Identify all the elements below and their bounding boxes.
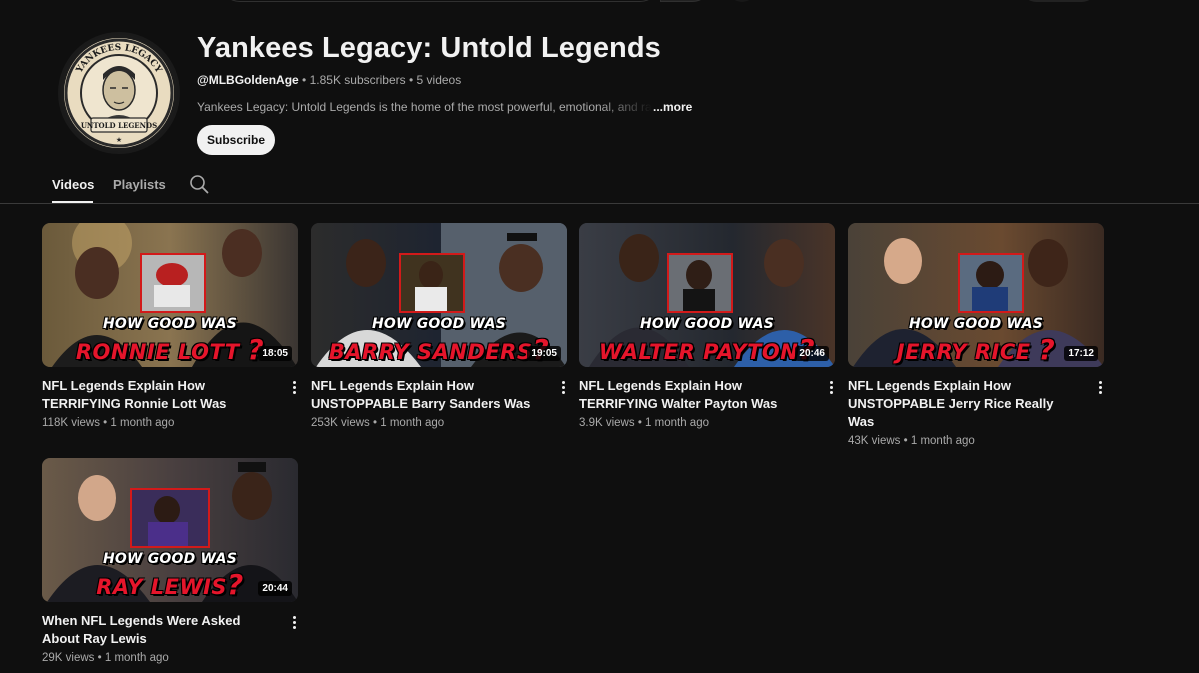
video-duration: 20:44 <box>258 581 292 596</box>
tab-videos[interactable]: Videos <box>52 177 94 192</box>
video-duration: 17:12 <box>1064 346 1098 361</box>
video-card[interactable]: HOW GOOD WAS JERRY RICE ? 17:12 NFL Lege… <box>848 223 1106 447</box>
video-card[interactable]: HOW GOOD WAS BARRY SANDERS? 19:05 NFL Le… <box>311 223 569 429</box>
more-options-icon[interactable] <box>1096 381 1104 397</box>
video-count: 5 videos <box>416 73 462 87</box>
video-meta: 43K views • 1 month ago <box>848 435 975 447</box>
search-box[interactable] <box>220 0 660 2</box>
header-right-button[interactable] <box>1022 0 1096 2</box>
video-duration: 18:05 <box>258 346 292 361</box>
channel-title: Yankees Legacy: Untold Legends <box>197 32 661 64</box>
video-duration: 20:46 <box>795 346 829 361</box>
video-duration: 19:05 <box>527 346 561 361</box>
thumbnail-caption: HOW GOOD WAS <box>103 551 237 567</box>
search-button[interactable] <box>660 0 712 2</box>
video-card[interactable]: HOW GOOD WAS RONNIE LOTT ? 18:05 NFL Leg… <box>42 223 300 429</box>
video-title[interactable]: NFL Legends Explain How TERRIFYING Ronni… <box>42 377 274 413</box>
video-thumbnail[interactable]: HOW GOOD WAS RONNIE LOTT ? 18:05 <box>42 223 298 367</box>
video-meta: 118K views • 1 month ago <box>42 417 175 429</box>
video-thumbnail[interactable]: HOW GOOD WAS WALTER PAYTON? 20:46 <box>579 223 835 367</box>
tab-playlists[interactable]: Playlists <box>113 177 166 192</box>
channel-meta: @MLBGoldenAge • 1.85K subscribers • 5 vi… <box>197 73 461 87</box>
channel-handle[interactable]: @MLBGoldenAge <box>197 73 299 87</box>
meta-separator: • <box>408 73 414 87</box>
more-options-icon[interactable] <box>827 381 835 397</box>
thumbnail-caption: HOW GOOD WAS <box>640 316 774 332</box>
more-link[interactable]: ...more <box>653 100 692 114</box>
logo-text-bottom: UNTOLD LEGENDS <box>81 121 157 130</box>
video-thumbnail[interactable]: HOW GOOD WAS JERRY RICE ? 17:12 <box>848 223 1104 367</box>
video-title[interactable]: NFL Legends Explain How TERRIFYING Walte… <box>579 377 811 413</box>
video-meta: 29K views • 1 month ago <box>42 652 169 664</box>
channel-description[interactable]: Yankees Legacy: Untold Legends is the ho… <box>197 100 652 114</box>
video-card[interactable]: HOW GOOD WAS RAY LEWIS? 20:44 When NFL L… <box>42 458 300 664</box>
video-title[interactable]: When NFL Legends Were Asked About Ray Le… <box>42 612 274 648</box>
active-tab-indicator <box>52 201 93 203</box>
meta-separator: • <box>302 73 307 87</box>
video-title[interactable]: NFL Legends Explain How UNSTOPPABLE Jerr… <box>848 377 1080 431</box>
channel-tabs: Videos Playlists <box>0 168 1199 204</box>
thumbnail-caption: HOW GOOD WAS <box>103 316 237 332</box>
video-meta: 3.9K views • 1 month ago <box>579 417 709 429</box>
more-options-icon[interactable] <box>290 616 298 632</box>
more-options-icon[interactable] <box>559 381 567 397</box>
description-fade <box>600 98 652 116</box>
channel-avatar[interactable]: YANKEES LEGACY UNTOLD LEGENDS ★ <box>58 32 180 154</box>
video-thumbnail[interactable]: HOW GOOD WAS BARRY SANDERS? 19:05 <box>311 223 567 367</box>
more-options-icon[interactable] <box>290 381 298 397</box>
thumbnail-caption: HOW GOOD WAS <box>909 316 1043 332</box>
voice-search-button[interactable] <box>728 0 756 2</box>
video-card[interactable]: HOW GOOD WAS WALTER PAYTON? 20:46 NFL Le… <box>579 223 837 429</box>
thumbnail-caption: HOW GOOD WAS <box>372 316 506 332</box>
video-meta: 253K views • 1 month ago <box>311 417 445 429</box>
channel-logo: YANKEES LEGACY UNTOLD LEGENDS ★ <box>60 34 178 152</box>
video-title[interactable]: NFL Legends Explain How UNSTOPPABLE Barr… <box>311 377 543 413</box>
subscriber-count: 1.85K subscribers <box>309 73 406 87</box>
subscribe-button[interactable]: Subscribe <box>197 125 275 155</box>
search-icon[interactable] <box>189 174 209 194</box>
video-thumbnail[interactable]: HOW GOOD WAS RAY LEWIS? 20:44 <box>42 458 298 602</box>
svg-text:★: ★ <box>116 136 122 144</box>
